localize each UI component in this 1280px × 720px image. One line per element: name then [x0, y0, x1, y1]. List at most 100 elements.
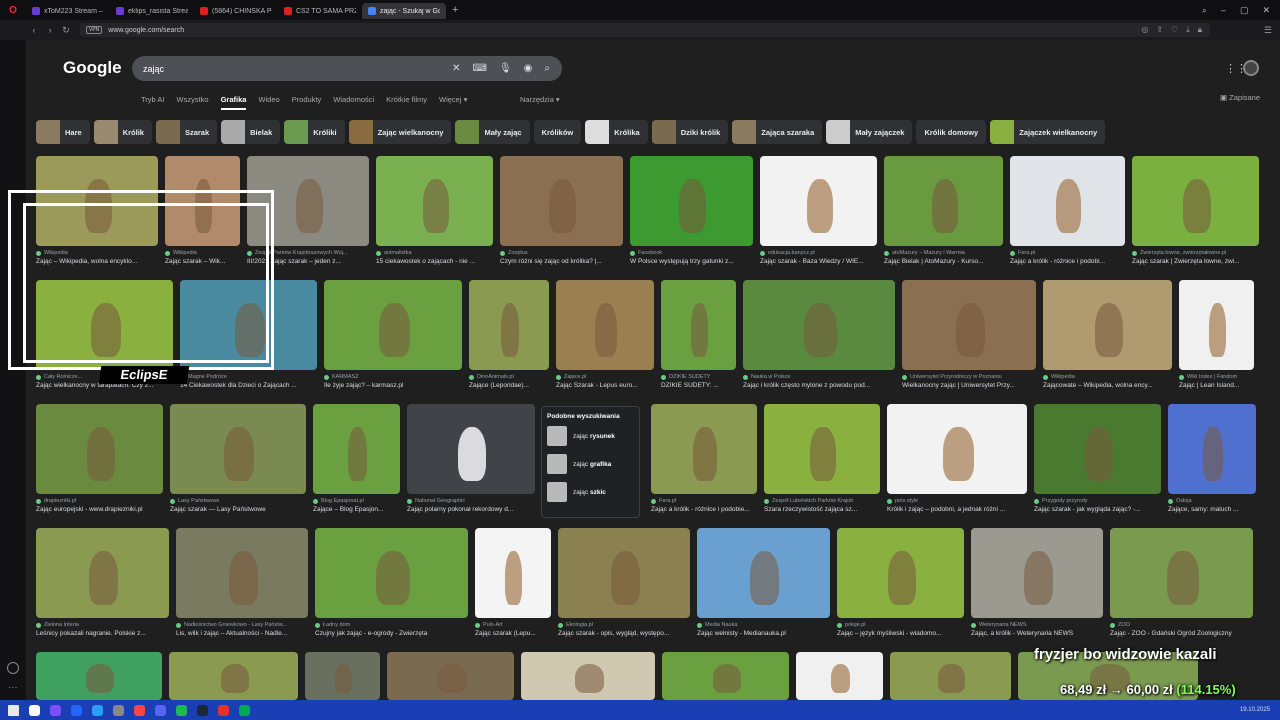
chip[interactable]: Szarak: [155, 120, 218, 144]
image-result[interactable]: [305, 652, 380, 700]
result-thumbnail[interactable]: [887, 404, 1027, 494]
result-thumbnail[interactable]: [558, 528, 690, 618]
related-search-item[interactable]: zając rysunek: [547, 426, 634, 446]
taskbar-app-icon[interactable]: [50, 704, 61, 716]
image-result[interactable]: Puls-Art Zając szarak (Lepu...: [475, 528, 551, 637]
avatar[interactable]: [1243, 60, 1259, 76]
chip[interactable]: Zajączek wielkanocny: [990, 120, 1106, 144]
image-result[interactable]: Wikipedia Zającowate – Wikipedia, wolna e…: [1043, 280, 1172, 389]
search-box[interactable]: zając ✕ ⌨ 🎙︎ ◉ ⌕: [132, 56, 562, 81]
related-search-item[interactable]: zając szkic: [547, 482, 634, 502]
result-caption[interactable]: 15 ciekawostek o zającach - nie ...: [376, 258, 493, 265]
taskbar-app-icon[interactable]: [113, 704, 124, 716]
result-thumbnail[interactable]: [36, 528, 169, 618]
result-caption[interactable]: Zając | Lean Island...: [1179, 382, 1254, 389]
image-result[interactable]: [521, 652, 655, 700]
taskbar-app-icon[interactable]: [29, 704, 40, 716]
result-thumbnail[interactable]: [902, 280, 1036, 370]
result-caption[interactable]: Zając szarak | Zwierzęta łowne, zwi...: [1132, 258, 1259, 265]
image-result[interactable]: edukacja.banycz.pl Zając szarak - Baza Wi…: [760, 156, 877, 265]
result-source[interactable]: drapiezniki.pl: [36, 498, 163, 504]
forward-icon[interactable]: ›: [42, 25, 58, 35]
chip[interactable]: Bielak: [221, 120, 281, 144]
chip[interactable]: Zająca szaraka: [732, 120, 823, 144]
image-result[interactable]: Weterynaria NEWS Zając, a królik - Wetery…: [971, 528, 1103, 637]
result-thumbnail[interactable]: [169, 652, 298, 700]
result-source[interactable]: KARMASZ: [324, 374, 462, 380]
new-tab-icon[interactable]: +: [446, 4, 464, 16]
history-icon[interactable]: [7, 662, 19, 674]
lock-icon[interactable]: 🔒︎: [1198, 25, 1202, 35]
image-result[interactable]: Media Nauka Zając wełnisty - Medianauka.p…: [697, 528, 830, 637]
result-caption[interactable]: Zając – język myśliwski - wiadomo...: [837, 630, 964, 637]
opera-logo-icon[interactable]: O: [0, 0, 26, 20]
result-thumbnail[interactable]: [407, 404, 535, 494]
image-result[interactable]: DinoAnimals.pl Zające (Leporidae)...: [469, 280, 549, 389]
result-source[interactable]: połuje.pl: [837, 622, 964, 628]
clear-icon[interactable]: ✕: [452, 63, 460, 74]
result-thumbnail[interactable]: [890, 652, 1011, 700]
result-caption[interactable]: Zając szarak - jak wygląda zając? -...: [1034, 506, 1161, 513]
result-caption[interactable]: Zając a królik - różnice i podobie...: [651, 506, 757, 513]
result-source[interactable]: DinoAnimals.pl: [469, 374, 549, 380]
image-result[interactable]: Nadleśnictwo Gniewkowo - Lasy Państw... L…: [176, 528, 308, 637]
result-thumbnail[interactable]: [796, 652, 883, 700]
result-source[interactable]: Zajace.pl: [556, 374, 654, 380]
result-thumbnail[interactable]: [662, 652, 789, 700]
result-source[interactable]: Osłoja: [1168, 498, 1256, 504]
result-caption[interactable]: 14 Ciekawostek dla Dzieci o Zającach ...: [180, 382, 317, 389]
result-thumbnail[interactable]: [1110, 528, 1253, 618]
result-caption[interactable]: Zając europejski - www.drapiezniki.pl: [36, 506, 163, 513]
taskbar-app-icon[interactable]: [8, 704, 19, 716]
result-thumbnail[interactable]: [1010, 156, 1125, 246]
tab-2[interactable]: Grafika: [220, 95, 247, 110]
result-thumbnail[interactable]: [630, 156, 753, 246]
share-icon[interactable]: ⇪: [1156, 25, 1163, 35]
image-result[interactable]: animalistka 15 ciekawostek o zającach - n…: [376, 156, 493, 265]
result-thumbnail[interactable]: [387, 652, 514, 700]
result-caption[interactable]: Lis, wilk i zając – Aktualności - Nadle.…: [176, 630, 308, 637]
menu-icon[interactable]: ☰: [1264, 25, 1280, 36]
result-thumbnail[interactable]: [760, 156, 877, 246]
close-window-icon[interactable]: ✕: [1262, 5, 1270, 16]
result-caption[interactable]: Zając szarak — Lasy Państwowe: [170, 506, 306, 513]
image-result[interactable]: [890, 652, 1011, 700]
result-caption[interactable]: Czujny jak zając - e-ogrody - Zwierzęta: [315, 630, 468, 637]
result-source[interactable]: Blog Epasjonat.pl: [313, 498, 400, 504]
image-result[interactable]: Zwierzęta łowne, zwierzętałowne.pl Zając …: [1132, 156, 1259, 265]
result-thumbnail[interactable]: [1034, 404, 1161, 494]
result-source[interactable]: Fera.pl: [1010, 250, 1125, 256]
image-result[interactable]: Facebook W Polsce występują trzy gatunki …: [630, 156, 753, 265]
result-caption[interactable]: Zając Bielak | AtoMazury - Kurso...: [884, 258, 1003, 265]
search-icon[interactable]: ⌕: [544, 63, 550, 74]
result-source[interactable]: Lasy Państwowe: [170, 498, 306, 504]
browser-tab[interactable]: zając - Szukaj w Google: [362, 3, 446, 19]
tab-6[interactable]: Krótkie filmy: [386, 95, 427, 110]
search-tabs-icon[interactable]: ⌕: [1202, 5, 1207, 16]
result-source[interactable]: Media Nauka: [697, 622, 830, 628]
result-thumbnail[interactable]: [556, 280, 654, 370]
result-caption[interactable]: Szara rzeczywistość zająca sz...: [764, 506, 880, 513]
result-thumbnail[interactable]: [743, 280, 895, 370]
chip[interactable]: Królik domowy: [916, 120, 987, 144]
vpn-badge[interactable]: VPN: [86, 26, 103, 34]
taskbar-app-icon[interactable]: [197, 704, 208, 716]
image-result[interactable]: Lasy Państwowe Zając szarak — Lasy Państw…: [170, 404, 306, 513]
result-source[interactable]: Zielona Interia: [36, 622, 169, 628]
result-source[interactable]: Ekologia.pl: [558, 622, 690, 628]
result-thumbnail[interactable]: [1179, 280, 1254, 370]
image-result[interactable]: KARMASZ Ile żyje zając? – karmasz.pl: [324, 280, 462, 389]
chip[interactable]: Dziki królik: [651, 120, 729, 144]
tab-1[interactable]: Wszystko: [176, 95, 208, 110]
result-source[interactable]: pets style: [887, 498, 1027, 504]
result-thumbnail[interactable]: [376, 156, 493, 246]
result-source[interactable]: Magne Podróże: [180, 374, 317, 380]
result-source[interactable]: Wiki Index | Fandom: [1179, 374, 1254, 380]
taskbar-app-icon[interactable]: [239, 704, 250, 716]
microphone-icon[interactable]: 🎙︎: [499, 63, 512, 74]
result-caption[interactable]: Zając, a królik - Weterynaria NEWS: [971, 630, 1103, 637]
search-input[interactable]: zając: [143, 64, 164, 74]
image-result[interactable]: [662, 652, 789, 700]
chip[interactable]: Mały zajączek: [826, 120, 913, 144]
result-thumbnail[interactable]: [764, 404, 880, 494]
